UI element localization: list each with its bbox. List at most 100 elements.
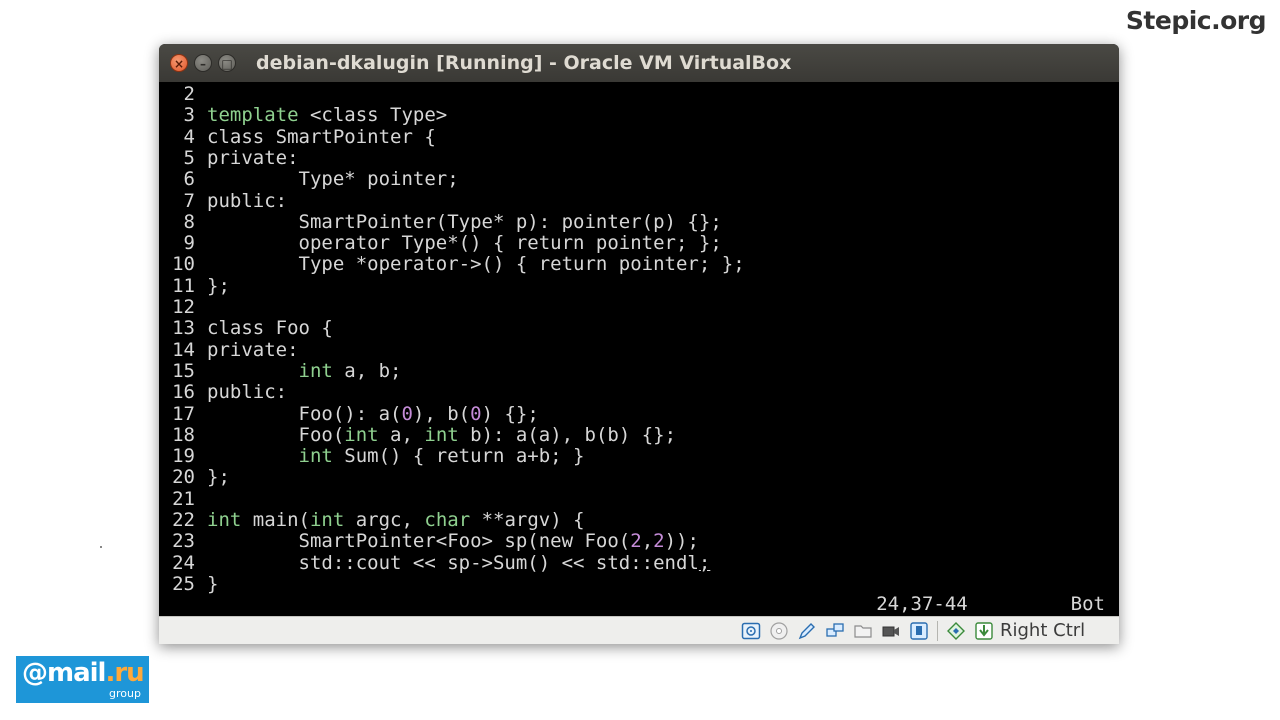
line-code: class SmartPointer { bbox=[195, 125, 436, 148]
code-token: }; bbox=[207, 466, 230, 489]
mouse-integration-icon[interactable] bbox=[946, 621, 966, 641]
line-number: 21 bbox=[172, 487, 195, 510]
line-code: Foo(int a, int b): a(a), b(b) {}; bbox=[195, 423, 677, 446]
code-line: 18 Foo(int a, int b): a(a), b(b) {}; bbox=[159, 423, 677, 446]
code-token: , bbox=[641, 530, 654, 553]
line-number: 7 bbox=[183, 189, 195, 212]
maximize-button[interactable]: □ bbox=[218, 54, 236, 72]
line-code: public: bbox=[195, 382, 287, 403]
code-token: 2 bbox=[653, 530, 665, 553]
line-code: } bbox=[195, 572, 219, 595]
code-line: 24 std::cout << sp->Sum() << std::endl; bbox=[159, 551, 711, 574]
line-code: }; bbox=[195, 467, 230, 488]
code-line: 11}; bbox=[159, 274, 230, 297]
line-number: 9 bbox=[183, 232, 195, 255]
code-line: 19 int Sum() { return a+b; } bbox=[159, 445, 585, 468]
code-token: int bbox=[298, 445, 333, 468]
line-code: }; bbox=[195, 274, 230, 297]
line-number: 17 bbox=[172, 402, 195, 425]
line-number: 8 bbox=[183, 210, 195, 233]
video-capture-icon[interactable] bbox=[881, 621, 901, 641]
line-code: operator Type*() { return pointer; }; bbox=[195, 232, 722, 254]
line-code: Foo(): a(0), b(0) {}; bbox=[195, 402, 539, 425]
cursor-position: 24,37-44 bbox=[876, 593, 968, 615]
code-token: a, bbox=[378, 423, 425, 446]
code-line: 23 SmartPointer<Foo> sp(new Foo(2,2)); bbox=[159, 530, 699, 553]
code-token: ; bbox=[698, 551, 711, 574]
code-line: 15 int a, b; bbox=[159, 359, 402, 382]
line-number: 4 bbox=[183, 125, 195, 148]
line-code: int a, b; bbox=[195, 359, 402, 382]
line-number: 15 bbox=[172, 359, 195, 382]
code-token: int bbox=[207, 509, 242, 531]
line-code: SmartPointer(Type* p): pointer(p) {}; bbox=[195, 211, 722, 233]
line-code: std::cout << sp->Sum() << std::endl; bbox=[195, 551, 711, 574]
vm-status-bar: Right Ctrl bbox=[159, 616, 1119, 644]
code-token: argc, bbox=[344, 509, 425, 531]
line-code: int main(int argc, char **argv) { bbox=[195, 509, 585, 531]
code-line: 22 int main(int argc, char **argv) { bbox=[159, 509, 585, 531]
code-token: ) {}; bbox=[481, 402, 539, 425]
line-number: 25 bbox=[172, 572, 195, 595]
code-token: class SmartPointer { bbox=[207, 125, 436, 148]
code-token: main( bbox=[241, 509, 310, 531]
pencil-icon[interactable] bbox=[797, 621, 817, 641]
optical-drive-icon[interactable] bbox=[769, 621, 789, 641]
title-bar: × – □ debian-dkalugin [Running] - Oracle… bbox=[159, 44, 1119, 82]
code-token: public: bbox=[207, 381, 288, 404]
line-number: 16 bbox=[172, 381, 195, 404]
code-line: 5 private: bbox=[159, 147, 299, 169]
virtualbox-window: × – □ debian-dkalugin [Running] - Oracle… bbox=[159, 44, 1119, 644]
minimize-button[interactable]: – bbox=[194, 54, 212, 72]
code-line: 21 bbox=[159, 487, 207, 510]
code-token: **argv) { bbox=[470, 509, 585, 531]
code-line: 8 SmartPointer(Type* p): pointer(p) {}; bbox=[159, 210, 722, 233]
code-token: b): a(a), b(b) {}; bbox=[458, 423, 677, 446]
code-token: ), b( bbox=[412, 402, 471, 425]
code-token: int bbox=[309, 509, 345, 531]
code-token: template bbox=[207, 104, 299, 127]
code-token: public: bbox=[207, 189, 288, 212]
code-line: 9 operator Type*() { return pointer; }; bbox=[159, 232, 722, 255]
code-line: 13 class Foo { bbox=[159, 317, 333, 340]
host-key-label: Right Ctrl bbox=[1000, 620, 1086, 641]
host-key-arrow-icon[interactable] bbox=[974, 621, 994, 641]
status-icons: Right Ctrl bbox=[741, 620, 1085, 641]
code-token: } bbox=[207, 572, 219, 595]
code-token: Type* pointer; bbox=[207, 168, 459, 191]
code-line: 6 Type* pointer; bbox=[159, 168, 459, 191]
code-line: 3 template <class Type> bbox=[159, 104, 448, 126]
line-code: private: bbox=[195, 339, 299, 361]
code-token: }; bbox=[207, 274, 230, 297]
line-number: 6 bbox=[183, 168, 195, 191]
shared-folders-icon[interactable] bbox=[853, 621, 873, 641]
line-code: Type *operator->() { return pointer; }; bbox=[195, 254, 745, 275]
code-token: char bbox=[424, 509, 471, 531]
code-token: Foo( bbox=[207, 423, 345, 446]
line-number: 12 bbox=[172, 296, 195, 318]
code-token: a, b; bbox=[332, 359, 402, 382]
line-number: 19 bbox=[172, 445, 195, 468]
code-token: int bbox=[424, 423, 459, 446]
code-line: 2 bbox=[159, 83, 207, 105]
line-number: 18 bbox=[172, 423, 195, 446]
close-button[interactable]: × bbox=[170, 54, 188, 72]
code-line: 16 public: bbox=[159, 381, 287, 404]
usb-icon[interactable] bbox=[909, 621, 929, 641]
code-line: 25} bbox=[159, 572, 219, 595]
code-token: class Foo { bbox=[207, 317, 333, 340]
line-code: public: bbox=[195, 189, 288, 212]
code-token: int bbox=[298, 359, 333, 382]
network-icon[interactable] bbox=[825, 621, 845, 641]
hard-disk-icon[interactable] bbox=[741, 621, 761, 641]
code-token: Sum() { return a+b; } bbox=[332, 445, 585, 468]
status-separator bbox=[937, 620, 938, 641]
code-token: Foo(): a( bbox=[207, 402, 402, 425]
mailru-logo-sub: group bbox=[109, 687, 141, 700]
vim-editor[interactable]: 2 3 template <class Type> 4 class SmartPoint… bbox=[159, 82, 1119, 616]
line-code: template <class Type> bbox=[195, 105, 447, 126]
line-number: 22 bbox=[172, 509, 195, 531]
code-line: 12 bbox=[159, 296, 207, 318]
